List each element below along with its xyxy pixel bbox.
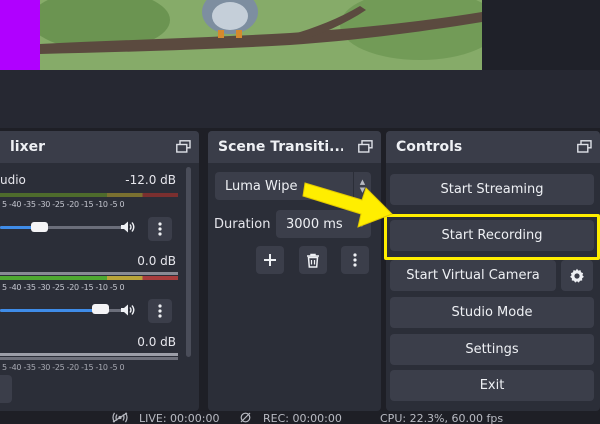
scene-transitions-title: Scene Transiti... bbox=[218, 139, 343, 155]
meter-scale: 5 -40 -35 -30 -25 -20 -15 -10 -5 0 bbox=[2, 283, 125, 292]
channel-volume-db: 0.0 dB bbox=[137, 335, 176, 349]
transition-select[interactable]: Luma Wipe ▲ ▼ bbox=[215, 172, 371, 200]
plus-icon bbox=[264, 254, 276, 266]
float-dock-icon[interactable] bbox=[577, 140, 592, 153]
kebab-icon bbox=[158, 304, 162, 318]
mixer-channel-3: 0.0 dB bbox=[0, 335, 182, 351]
dock-area-background bbox=[0, 70, 600, 128]
duration-spinbox[interactable]: 3000 ms ▼ bbox=[276, 210, 371, 238]
audio-mixer-header: lixer bbox=[0, 131, 199, 163]
meter-scale: 5 -40 -35 -30 -25 -20 -15 -10 -5 0 bbox=[2, 363, 125, 372]
channel-menu-button[interactable] bbox=[148, 299, 172, 323]
transition-properties-button[interactable] bbox=[341, 246, 369, 274]
duration-label: Duration bbox=[214, 217, 271, 232]
cpu-fps: CPU: 22.3%, 60.00 fps bbox=[380, 412, 504, 424]
mixer-channel-2: 0.0 dB bbox=[0, 254, 182, 270]
virtual-camera-settings-button[interactable] bbox=[561, 260, 593, 291]
speaker-icon[interactable] bbox=[120, 303, 136, 317]
start-recording-highlight bbox=[384, 214, 600, 260]
volume-meter-peak bbox=[0, 272, 178, 275]
start-streaming-button[interactable]: Start Streaming bbox=[390, 174, 594, 205]
preview-scene-image bbox=[40, 0, 482, 70]
kebab-icon bbox=[353, 253, 357, 267]
float-dock-icon[interactable] bbox=[358, 140, 373, 153]
scene-transitions-header: Scene Transiti... bbox=[208, 131, 381, 163]
meter-scale: 5 -40 -35 -30 -25 -20 -15 -10 -5 0 bbox=[2, 200, 125, 209]
volume-meter-peak bbox=[0, 353, 178, 356]
volume-slider-handle[interactable] bbox=[92, 304, 109, 314]
scene-transitions-dock: Scene Transiti... Luma Wipe ▲ ▼ Duration … bbox=[208, 131, 381, 411]
rec-timer: REC: 00:00:00 bbox=[263, 412, 342, 424]
audio-mixer-title: lixer bbox=[10, 139, 46, 155]
gear-icon bbox=[570, 268, 584, 283]
preview-color-source bbox=[0, 0, 40, 70]
channel-volume-db: -12.0 dB bbox=[125, 173, 176, 187]
start-virtual-camera-button[interactable]: Start Virtual Camera bbox=[390, 260, 556, 291]
trash-icon bbox=[307, 253, 319, 268]
controls-dock: Controls Start Streaming Start Recording… bbox=[386, 131, 600, 411]
live-timer: LIVE: 00:00:00 bbox=[139, 412, 220, 424]
chevron-down-icon[interactable]: ▼ bbox=[353, 210, 371, 238]
volume-meter bbox=[0, 357, 178, 360]
settings-button[interactable]: Settings bbox=[390, 334, 594, 365]
channel-menu-button[interactable] bbox=[148, 217, 172, 241]
preview-canvas[interactable] bbox=[40, 0, 482, 70]
select-arrows-icon: ▲ ▼ bbox=[353, 172, 371, 200]
transition-select-value: Luma Wipe bbox=[225, 178, 298, 194]
speaker-icon[interactable] bbox=[120, 220, 136, 234]
channel-volume-db: 0.0 dB bbox=[137, 254, 176, 268]
mixer-partial-button[interactable] bbox=[0, 375, 12, 403]
preview-letterbox bbox=[482, 0, 600, 70]
kebab-icon bbox=[158, 222, 162, 236]
controls-header: Controls bbox=[386, 131, 600, 163]
volume-meter bbox=[0, 193, 178, 197]
volume-slider-handle[interactable] bbox=[31, 222, 48, 232]
studio-mode-button[interactable]: Studio Mode bbox=[390, 297, 594, 328]
channel-name: udio bbox=[0, 173, 26, 187]
add-transition-button[interactable] bbox=[256, 246, 284, 274]
volume-slider-fill bbox=[0, 309, 100, 312]
duration-value: 3000 ms bbox=[286, 216, 343, 232]
obs-window: lixer udio -12.0 dB 5 -40 -35 -30 -25 -2… bbox=[0, 0, 600, 424]
controls-title: Controls bbox=[396, 139, 463, 155]
exit-button[interactable]: Exit bbox=[390, 370, 594, 401]
status-bar: LIVE: 00:00:00 REC: 00:00:00 CPU: 22.3%,… bbox=[0, 411, 600, 424]
live-broadcast-icon bbox=[112, 412, 128, 423]
audio-mixer-dock: lixer udio -12.0 dB 5 -40 -35 -30 -25 -2… bbox=[0, 131, 199, 411]
mixer-scrollbar[interactable] bbox=[186, 167, 191, 357]
volume-meter bbox=[0, 276, 178, 280]
remove-transition-button[interactable] bbox=[299, 246, 327, 274]
float-dock-icon[interactable] bbox=[176, 140, 191, 153]
record-icon bbox=[240, 412, 251, 423]
mixer-channel-1: udio -12.0 dB bbox=[0, 173, 182, 189]
